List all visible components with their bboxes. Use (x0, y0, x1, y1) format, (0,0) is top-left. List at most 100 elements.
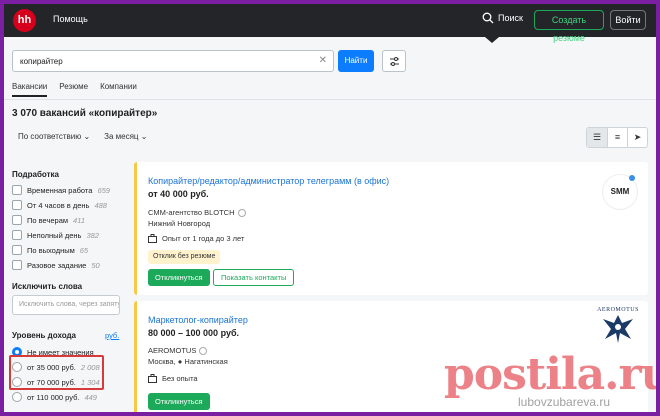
vacancy-experience: Опыт от 1 года до 3 лет (148, 234, 244, 243)
income-label: от 110 000 руб. (27, 392, 80, 402)
income-110000[interactable]: от 110 000 руб. 449 (12, 392, 97, 402)
search-icon (482, 12, 494, 24)
list-icon[interactable]: ≡ (607, 128, 627, 147)
metro-icon: ● (177, 357, 183, 366)
employer-logo[interactable]: AEROMOTUS (592, 307, 644, 352)
hh-logo[interactable]: hh (13, 9, 36, 32)
compact-list-icon[interactable]: ☰ (587, 128, 607, 147)
briefcase-icon (148, 374, 157, 383)
create-resume-button[interactable]: Создать резюме (534, 10, 604, 43)
vacancy-card: Копирайтер/редактор/администратор телегр… (134, 162, 648, 295)
filter-4-hours[interactable]: От 4 часов в день 488 (12, 200, 107, 210)
find-button[interactable]: Найти (338, 50, 374, 72)
watermark-sub: lubovzubareva.ru (518, 395, 611, 409)
vacancy-title[interactable]: Копирайтер/редактор/администратор телегр… (148, 176, 389, 186)
filter-part-day[interactable]: Неполный день 382 (12, 230, 99, 240)
metro-station: Нагатинская (184, 357, 228, 366)
part-time-heading: Подработка (12, 170, 59, 179)
filter-count: 659 (97, 185, 110, 195)
exclude-words-input[interactable]: Исключить слова, через запятую (12, 295, 120, 315)
radio-button[interactable] (12, 392, 22, 402)
tab-resumes[interactable]: Резюме (59, 82, 88, 97)
watermark: postila.ru (444, 349, 656, 400)
sliders-icon (390, 57, 399, 66)
filter-label: По выходным (27, 245, 75, 255)
filter-temporary[interactable]: Временная работа 659 (12, 185, 110, 195)
vacancy-employer[interactable]: AEROMOTUS (148, 346, 208, 355)
header-notch (485, 37, 499, 43)
sort-order-label: По соответствию (18, 132, 82, 141)
checkbox[interactable] (12, 215, 22, 225)
filter-label: Разовое задание (27, 260, 87, 270)
briefcase-icon (148, 234, 157, 243)
checkbox[interactable] (12, 230, 22, 240)
results-title: 3 070 вакансий «копирайтер» (12, 108, 158, 119)
checkbox[interactable] (12, 185, 22, 195)
view-toggles: ☰ ≡ ➤ (586, 127, 648, 148)
map-pointer-icon[interactable]: ➤ (627, 128, 647, 147)
help-link[interactable]: Помощь (53, 14, 88, 24)
vacancy-city: Нижний Новгород (148, 219, 211, 228)
tabs-divider (4, 99, 656, 100)
verified-icon (199, 346, 208, 355)
filter-label: Неполный день (27, 230, 82, 240)
tab-companies[interactable]: Компании (100, 82, 137, 97)
filter-weekends[interactable]: По выходным 65 (12, 245, 88, 255)
checkbox[interactable] (12, 260, 22, 270)
employer-name: СММ-агентство BLOTCH (148, 208, 235, 217)
search-query: копирайтер (20, 57, 63, 66)
search-tabs: Вакансии Резюме Компании (12, 82, 137, 97)
verified-dot-icon (629, 175, 635, 181)
filter-one-time[interactable]: Разовое задание 50 (12, 260, 100, 270)
vacancy-salary: 80 000 – 100 000 руб. (148, 328, 240, 338)
vacancy-experience: Без опыта (148, 374, 198, 383)
sort-controls: По соответствию ⌄ За месяц ⌄ (18, 132, 147, 141)
checkbox[interactable] (12, 245, 22, 255)
logo-text: SMM (610, 187, 630, 196)
filter-label: Временная работа (27, 185, 93, 195)
exclude-heading: Исключить слова (12, 282, 83, 291)
currency-link[interactable]: руб. (105, 331, 119, 340)
apply-button[interactable]: Откликнуться (148, 269, 210, 286)
vacancy-title[interactable]: Маркетолог-копирайтер (148, 315, 248, 325)
filter-label: От 4 часов в день (27, 200, 90, 210)
income-heading: Уровень дохода (12, 331, 77, 340)
filter-count: 488 (94, 200, 107, 210)
search-input[interactable]: копирайтер ✕ (12, 50, 334, 72)
experience-text: Без опыта (162, 374, 198, 383)
tab-vacancies[interactable]: Вакансии (12, 82, 48, 97)
verified-icon (237, 208, 246, 217)
employer-name: AEROMOTUS (148, 346, 197, 355)
search-link-label: Поиск (498, 13, 523, 23)
filter-count: 382 (86, 230, 99, 240)
chevron-down-icon: ⌄ (140, 132, 148, 141)
filter-count: 65 (79, 245, 89, 255)
apply-button[interactable]: Откликнуться (148, 393, 210, 410)
login-button[interactable]: Войти (610, 10, 646, 30)
filter-evenings[interactable]: По вечерам 411 (12, 215, 85, 225)
advanced-filter-button[interactable] (382, 50, 406, 72)
income-count: 449 (84, 392, 97, 402)
show-contacts-button[interactable]: Показать контакты (213, 269, 295, 286)
city-name: Москва (148, 357, 174, 366)
vacancy-salary: от 40 000 руб. (148, 189, 209, 199)
page: hh Помощь Поиск Создать резюме Войти коп… (4, 4, 656, 412)
vacancy-city: Москва, ● Нагатинская (148, 357, 228, 366)
top-header: hh Помощь Поиск Создать резюме Войти (4, 4, 656, 43)
eagle-icon (603, 315, 633, 343)
sort-period-dropdown[interactable]: За месяц ⌄ (104, 132, 147, 141)
filter-label: По вечерам (27, 215, 69, 225)
clear-icon[interactable]: ✕ (319, 55, 327, 66)
vacancy-employer[interactable]: СММ-агентство BLOTCH (148, 208, 246, 217)
chevron-down-icon: ⌄ (83, 132, 91, 141)
sort-period-label: За месяц (104, 132, 139, 141)
no-resume-badge: Отклик без резюме (148, 250, 221, 264)
experience-text: Опыт от 1 года до 3 лет (162, 234, 245, 243)
filter-count: 411 (73, 215, 86, 225)
filter-count: 50 (91, 260, 100, 270)
employer-logo[interactable]: SMM (602, 174, 638, 210)
checkbox[interactable] (12, 200, 22, 210)
header-search-link[interactable]: Поиск (482, 12, 523, 24)
highlight-annotation (9, 355, 104, 390)
sort-order-dropdown[interactable]: По соответствию ⌄ (18, 132, 90, 141)
